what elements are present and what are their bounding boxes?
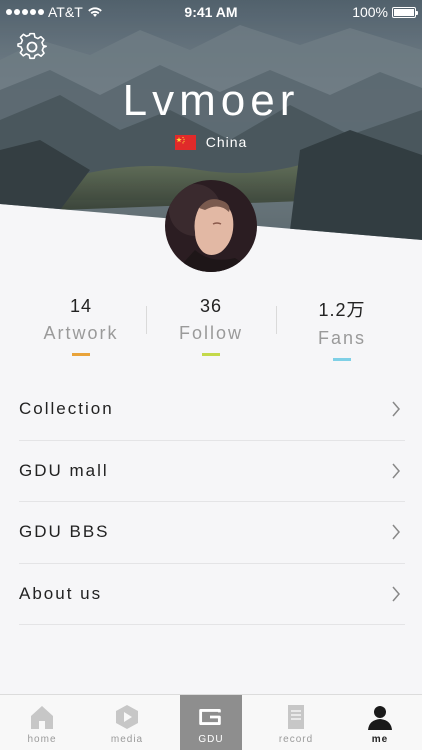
chevron-right-icon	[392, 401, 400, 417]
home-icon	[31, 706, 53, 729]
avatar[interactable]	[165, 180, 257, 272]
play-icon	[116, 705, 138, 729]
gdu-logo-icon	[199, 709, 221, 725]
person-icon	[368, 706, 392, 730]
settings-button[interactable]	[16, 31, 48, 63]
tab-record[interactable]: record	[254, 695, 338, 750]
menu-item-label: Collection	[19, 399, 114, 419]
document-icon	[288, 705, 304, 729]
menu-item-about-us[interactable]: About us	[19, 564, 405, 625]
menu-item-label: GDU mall	[19, 460, 109, 480]
menu-item-gdu-bbs[interactable]: GDU BBS	[19, 502, 405, 564]
status-bar: AT&T 9:41 AM 100%	[0, 0, 422, 24]
battery-percent: 100%	[352, 4, 388, 20]
tab-bar: home media GDU record me	[0, 694, 422, 750]
menu-item-gdu-mall[interactable]: GDU mall	[19, 441, 405, 502]
chevron-right-icon	[392, 524, 400, 540]
stat-fans-value: 1.2万	[318, 300, 366, 320]
stat-follow-indicator	[202, 353, 220, 356]
stat-artwork[interactable]: 14 Artwork	[11, 296, 151, 356]
country-name: China	[205, 134, 248, 150]
stat-follow-value: 36	[199, 296, 223, 316]
tab-label: home	[27, 734, 57, 745]
stat-follow-label: Follow	[178, 323, 243, 343]
tab-gdu[interactable]: GDU	[180, 695, 242, 750]
menu-item-collection[interactable]: Collection	[19, 379, 405, 441]
tab-label: me	[371, 734, 389, 745]
stat-fans-label: Fans	[317, 328, 367, 348]
tab-label: record	[278, 734, 314, 745]
tab-home[interactable]: home	[0, 695, 84, 750]
battery-icon	[392, 6, 418, 18]
stat-artwork-indicator	[72, 353, 90, 356]
profile-menu: Collection GDU mall GDU BBS About us	[19, 379, 405, 625]
chevron-right-icon	[392, 463, 400, 479]
gear-icon	[17, 32, 47, 60]
status-right: 100%	[352, 4, 418, 20]
chevron-right-icon	[392, 586, 400, 602]
tab-label: GDU	[198, 734, 224, 745]
stat-fans-indicator	[333, 358, 351, 361]
tab-media[interactable]: media	[85, 695, 169, 750]
china-flag-icon	[174, 134, 196, 150]
profile-stats: 14 Artwork 36 Follow 1.2万 Fans	[0, 296, 422, 366]
stat-artwork-value: 14	[69, 296, 93, 316]
stat-artwork-label: Artwork	[43, 323, 119, 343]
menu-item-label: About us	[19, 583, 103, 603]
profile-country: China	[0, 134, 422, 150]
profile-name: Lvmoer	[122, 76, 300, 125]
avatar-photo	[165, 180, 257, 272]
tab-me[interactable]: me	[338, 695, 422, 750]
menu-item-label: GDU BBS	[19, 522, 110, 542]
tab-label: media	[110, 734, 144, 745]
stat-fans[interactable]: 1.2万 Fans	[272, 296, 412, 361]
stat-follow[interactable]: 36 Follow	[141, 296, 281, 356]
